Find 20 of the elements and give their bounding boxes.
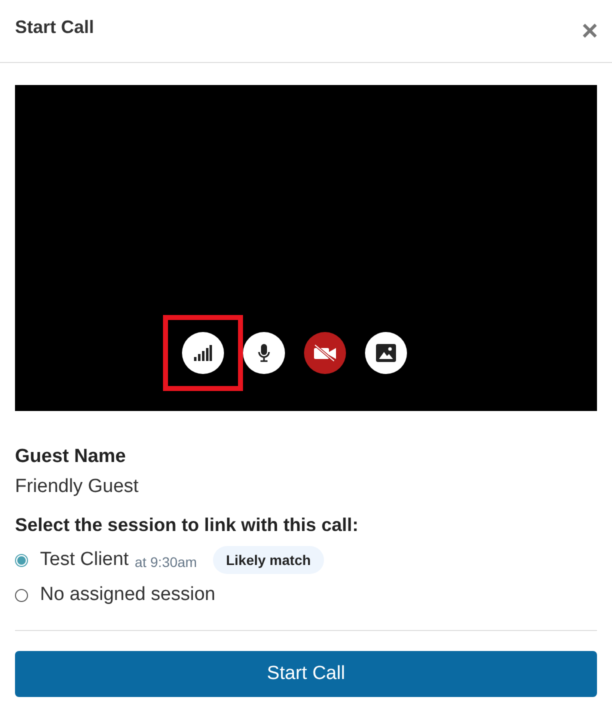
session-prompt: Select the session to link with this call: <box>15 514 360 536</box>
camera-toggle-button[interactable] <box>304 332 346 374</box>
session-name: Test Client <box>40 549 129 571</box>
camera-off-icon <box>312 344 336 362</box>
microphone-icon <box>258 344 270 362</box>
dialog-title: Start Call <box>15 16 94 38</box>
guest-name-label: Guest Name <box>15 446 127 468</box>
session-radio[interactable] <box>15 554 28 566</box>
start-call-button[interactable]: Start Call <box>15 651 597 697</box>
signal-bars-icon <box>194 345 212 361</box>
background-toggle-button[interactable] <box>364 332 406 374</box>
image-icon <box>376 344 396 362</box>
close-button[interactable]: × <box>582 17 598 45</box>
signal-toggle-button[interactable] <box>182 332 224 374</box>
session-radio[interactable] <box>15 588 28 602</box>
match-badge: Likely match <box>212 546 324 574</box>
session-time: at 9:30am <box>134 554 197 570</box>
session-name: No assigned session <box>40 584 216 606</box>
guest-name-value: Friendly Guest <box>15 476 140 498</box>
mic-toggle-button[interactable] <box>242 332 284 374</box>
